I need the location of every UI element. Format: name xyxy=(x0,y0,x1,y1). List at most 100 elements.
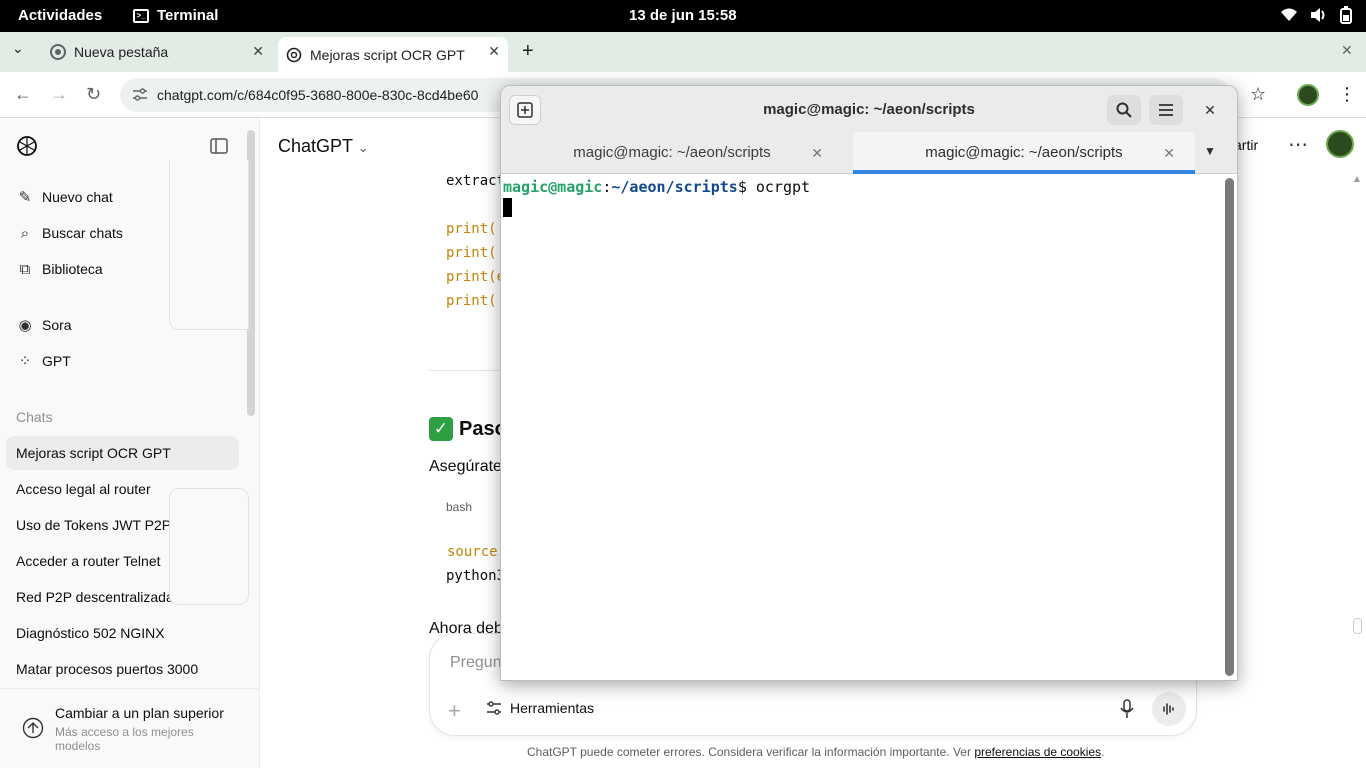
terminal-tab-label: magic@magic: ~/aeon/scripts xyxy=(925,144,1123,161)
chat-title: Matar procesos puertos 3000 xyxy=(16,661,199,677)
tab-list-chevron-icon[interactable]: ⌄ xyxy=(12,40,24,57)
disclaimer: ChatGPT puede cometer errores. Considera… xyxy=(527,745,1104,759)
site-info-icon xyxy=(133,88,147,101)
user-avatar[interactable] xyxy=(1326,130,1354,158)
prompt-path: ~/aeon/scripts xyxy=(611,178,738,196)
browser-menu-icon[interactable]: ⋮ xyxy=(1338,84,1356,105)
new-tab-plus-icon[interactable]: + xyxy=(522,40,534,63)
tab-title: Nueva pestaña xyxy=(74,44,169,60)
tools-button[interactable]: Herramientas xyxy=(486,700,594,716)
terminal-headerbar[interactable]: magic@magic: ~/aeon/scripts ✕ xyxy=(501,86,1237,132)
grid-icon: ⁘ xyxy=(18,353,32,370)
battery-icon xyxy=(1340,6,1352,24)
terminal-tab[interactable]: magic@magic: ~/aeon/scripts ✕ xyxy=(501,132,843,174)
search-icon xyxy=(1116,102,1132,118)
model-selector[interactable]: ChatGPT ⌄ xyxy=(278,136,369,157)
openai-favicon-icon xyxy=(286,47,302,62)
terminal-window[interactable]: magic@magic: ~/aeon/scripts ✕ magic@magi… xyxy=(500,85,1238,681)
code-line: print( xyxy=(446,245,497,261)
more-options-icon[interactable]: ⋯ xyxy=(1288,132,1308,157)
sidebar-item-label: Sora xyxy=(42,317,72,333)
code-block-bash xyxy=(169,488,249,605)
disclaimer-end: . xyxy=(1101,745,1105,759)
terminal-tab-label: magic@magic: ~/aeon/scripts xyxy=(573,144,771,161)
voice-mode-button[interactable] xyxy=(1152,692,1186,726)
disclaimer-text: ChatGPT puede cometer errores. Considera… xyxy=(527,745,971,759)
upgrade-plan-button[interactable]: Cambiar a un plan superior Más acceso a … xyxy=(0,688,259,768)
terminal-icon: >_ xyxy=(133,8,149,23)
reload-icon[interactable]: ↻ xyxy=(86,84,101,105)
tab-close-icon[interactable]: ✕ xyxy=(252,43,264,60)
chrome-icon xyxy=(50,44,66,60)
hamburger-menu-icon xyxy=(1159,104,1173,116)
sidebar-item-gpt[interactable]: ⁘ GPT xyxy=(6,344,239,378)
attach-plus-icon[interactable]: + xyxy=(448,698,461,724)
play-circle-icon: ◉ xyxy=(18,317,32,334)
terminal-output[interactable]: magic@magic:~/aeon/scripts$ ocrgpt xyxy=(501,174,1227,680)
tab-overflow-chevron-icon[interactable]: ▼ xyxy=(1195,144,1225,164)
close-icon: ✕ xyxy=(1204,101,1216,118)
tab-close-icon[interactable]: ✕ xyxy=(811,132,823,174)
sliders-icon xyxy=(487,701,501,715)
terminal-menu-button[interactable] xyxy=(1149,95,1183,125)
divider xyxy=(429,370,500,371)
model-name: ChatGPT xyxy=(278,136,353,156)
search-icon: ⌕ xyxy=(20,224,30,242)
browser-tab-bar: ⌄ Nueva pestaña ✕ Mejoras script OCR GPT… xyxy=(0,32,1366,72)
browser-tab-new[interactable]: Nueva pestaña ✕ xyxy=(40,37,272,67)
step-heading: ✓ Paso xyxy=(429,417,507,441)
focused-app-menu[interactable]: >_ Terminal xyxy=(133,7,218,24)
terminal-close-button[interactable]: ✕ xyxy=(1197,95,1223,125)
system-tray[interactable] xyxy=(1280,6,1352,24)
tab-close-icon[interactable]: ✕ xyxy=(1163,132,1175,174)
tab-title: Mejoras script OCR GPT xyxy=(310,46,465,63)
code-block-top xyxy=(169,160,249,330)
voice-waveform-icon xyxy=(1163,703,1174,715)
terminal-scrollbar[interactable] xyxy=(1225,178,1234,676)
chat-list-item[interactable]: Mejoras script OCR GPT xyxy=(6,436,239,470)
cookie-preferences-link[interactable]: preferencias de cookies xyxy=(974,745,1101,759)
chevron-down-icon: ⌄ xyxy=(357,140,369,155)
code-line: print(e xyxy=(446,269,506,285)
code-line: source xyxy=(447,544,498,560)
sidebar-toggle-icon[interactable] xyxy=(210,138,228,154)
check-mark-icon: ✓ xyxy=(429,417,453,441)
tools-label: Herramientas xyxy=(510,700,595,716)
back-arrow-icon[interactable]: ← xyxy=(14,84,32,105)
clock[interactable]: 13 de jun 15:58 xyxy=(629,7,737,24)
terminal-search-button[interactable] xyxy=(1107,95,1141,125)
terminal-prompt-line: magic@magic:~/aeon/scripts$ ocrgpt xyxy=(503,178,810,196)
window-close-icon[interactable]: ✕ xyxy=(1341,42,1353,59)
upgrade-title: Cambiar a un plan superior xyxy=(55,705,224,721)
chat-title: Diagnóstico 502 NGINX xyxy=(16,625,165,641)
tab-close-icon[interactable]: ✕ xyxy=(488,43,500,60)
sidebar-item-label: Biblioteca xyxy=(42,261,103,277)
chat-list-item[interactable]: Matar procesos puertos 3000 xyxy=(6,652,239,686)
terminal-tab-active[interactable]: magic@magic: ~/aeon/scripts ✕ xyxy=(853,132,1195,174)
step-text: Asegúrate xyxy=(429,458,502,475)
prompt-command: ocrgpt xyxy=(755,178,811,196)
code-line: print( xyxy=(446,221,497,237)
scroll-up-arrow-icon[interactable]: ▲ xyxy=(1352,174,1362,185)
bookmark-star-icon[interactable]: ☆ xyxy=(1250,84,1266,105)
composer-input[interactable]: Pregun xyxy=(450,654,502,672)
edit-icon: ✎ xyxy=(18,189,32,206)
chat-list-item[interactable]: Diagnóstico 502 NGINX xyxy=(6,616,239,650)
volume-icon xyxy=(1311,8,1325,22)
gnome-top-bar: Actividades >_ Terminal 13 de jun 15:58 xyxy=(0,0,1366,32)
sidebar-item-label: Buscar chats xyxy=(42,225,123,241)
activities-button[interactable]: Actividades xyxy=(18,7,102,24)
code-line: extract xyxy=(446,173,506,189)
chat-title: Red P2P descentralizada IA xyxy=(16,589,191,605)
prompt-user: magic@magic xyxy=(503,178,603,196)
page-scrollbar[interactable] xyxy=(1353,618,1362,634)
code-language-label: bash xyxy=(446,500,473,514)
chats-heading: Chats xyxy=(16,409,53,425)
openai-logo-icon[interactable] xyxy=(16,135,38,157)
forward-arrow-icon[interactable]: → xyxy=(50,84,68,105)
browser-tab-active[interactable]: Mejoras script OCR GPT ✕ xyxy=(278,37,508,72)
microphone-icon[interactable] xyxy=(1120,699,1134,719)
sidebar-item-label: GPT xyxy=(42,353,71,369)
profile-avatar[interactable] xyxy=(1297,84,1319,106)
sidebar-item-label: Nuevo chat xyxy=(42,189,113,205)
